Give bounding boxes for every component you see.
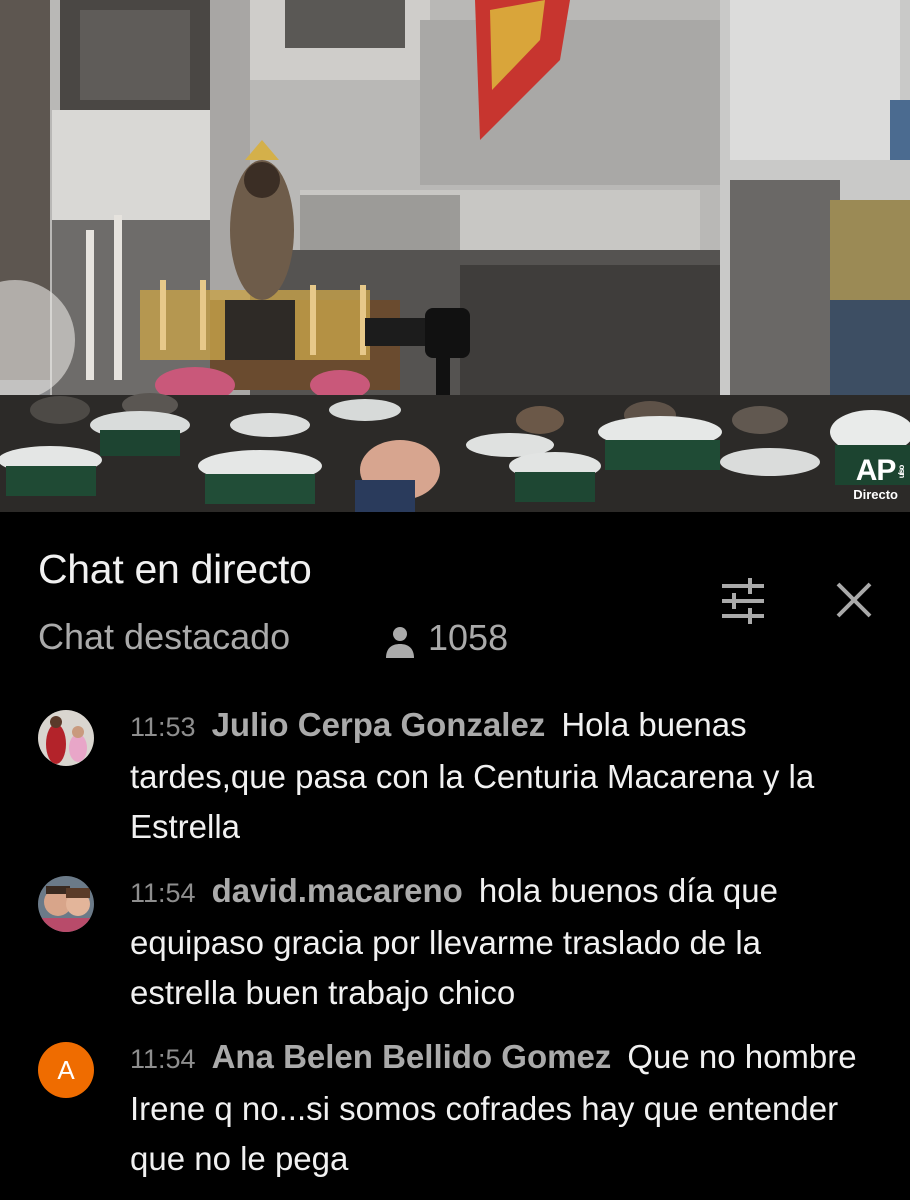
viewer-count: 1058 xyxy=(384,616,508,660)
chat-title: Chat en directo xyxy=(38,546,312,592)
chat-mode-label: Chat destacado xyxy=(38,616,291,657)
chat-message: A 11:54 Ana Belen Bellido Gomez Que no hom… xyxy=(0,1032,910,1184)
watermark-logo-small: ulso xyxy=(896,465,906,479)
message-timestamp: 11:54 xyxy=(130,1044,196,1074)
message-author[interactable]: Julio Cerpa Gonzalez xyxy=(212,706,546,743)
close-button[interactable] xyxy=(834,580,874,620)
close-icon xyxy=(836,582,872,618)
message-timestamp: 11:53 xyxy=(130,712,196,742)
avatar[interactable] xyxy=(38,876,94,932)
chat-message: 11:53 Julio Cerpa Gonzalez Hola buenas tar… xyxy=(0,700,910,852)
viewer-count-value: 1058 xyxy=(428,617,509,658)
message-author[interactable]: Ana Belen Bellido Gomez xyxy=(212,1038,612,1075)
watermark-sub: Directo xyxy=(853,487,898,502)
chat-mode-selector[interactable]: Chat destacado xyxy=(38,616,290,658)
filter-button[interactable] xyxy=(718,578,768,624)
channel-watermark: AP ulso Directo xyxy=(853,454,906,502)
video-player[interactable]: AP ulso Directo xyxy=(0,0,910,512)
person-icon xyxy=(386,627,414,658)
tune-icon xyxy=(722,578,764,624)
watermark-logo: AP xyxy=(855,454,897,487)
message-author[interactable]: david.macareno xyxy=(212,872,463,909)
chat-message-list[interactable]: 11:53 Julio Cerpa Gonzalez Hola buenas tar… xyxy=(0,700,910,1198)
video-frame xyxy=(0,0,910,512)
user-photo xyxy=(38,710,94,766)
chat-message: 11:54 david.macareno hola buenos día que e… xyxy=(0,866,910,1018)
avatar[interactable]: A xyxy=(38,1042,94,1098)
message-timestamp: 11:54 xyxy=(130,878,196,908)
avatar[interactable] xyxy=(38,710,94,766)
user-photo xyxy=(38,876,94,932)
